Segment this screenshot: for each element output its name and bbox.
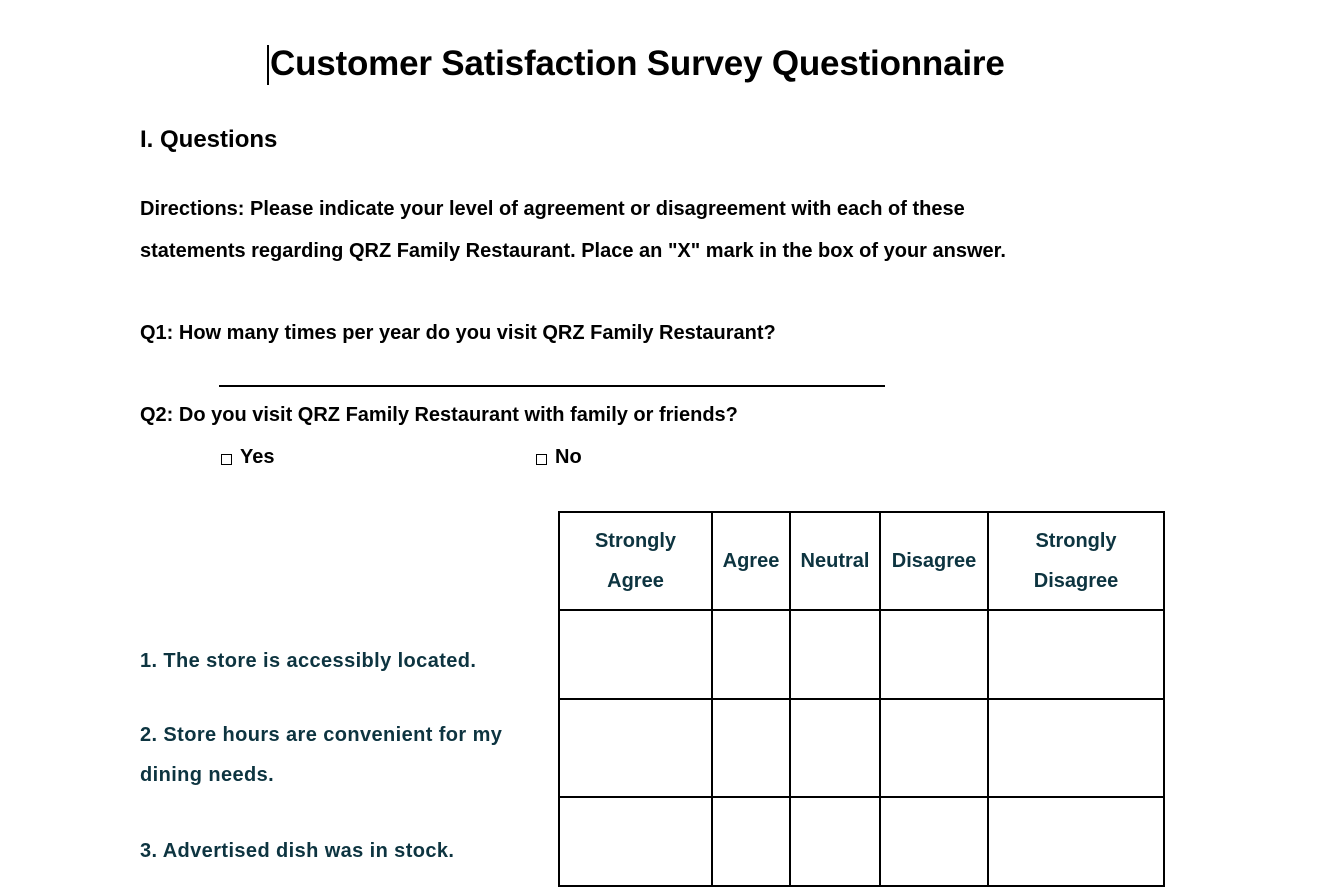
statement-1: 1. The store is accessibly located.	[140, 650, 477, 672]
rating-cell-1-disagree[interactable]	[879, 609, 989, 700]
rating-cell-2-agree[interactable]	[711, 698, 791, 798]
option-label: Yes	[240, 446, 275, 468]
checkbox-icon[interactable]	[536, 453, 547, 465]
header-text: Strongly	[594, 530, 677, 552]
column-neutral: Neutral	[789, 511, 881, 611]
statement-2-line-2: dining needs.	[140, 764, 275, 786]
q1-answer-line[interactable]	[219, 385, 885, 387]
table-row	[558, 698, 1165, 798]
rating-cell-1-strongly-disagree[interactable]	[987, 609, 1165, 700]
question-2: Q2: Do you visit QRZ Family Restaurant w…	[140, 404, 738, 426]
rating-cell-3-neutral[interactable]	[789, 796, 881, 887]
document-title: Customer Satisfaction Survey Questionnai…	[270, 44, 1005, 83]
table-row	[558, 796, 1165, 887]
rating-cell-2-disagree[interactable]	[879, 698, 989, 798]
question-1: Q1: How many times per year do you visit…	[140, 322, 776, 344]
header-text: Agree	[607, 570, 664, 592]
statement-3: 3. Advertised dish was in stock.	[140, 840, 455, 862]
statement-2-line-1: 2. Store hours are convenient for my	[140, 724, 503, 746]
rating-cell-2-strongly-agree[interactable]	[558, 698, 713, 798]
directions-line-2: statements regarding QRZ Family Restaura…	[140, 240, 1006, 262]
rating-cell-3-strongly-disagree[interactable]	[987, 796, 1165, 887]
option-label: No	[555, 446, 582, 468]
text-cursor	[267, 45, 269, 85]
directions-line-1: Directions: Please indicate your level o…	[140, 198, 965, 220]
q2-option-no[interactable]: No	[536, 446, 582, 469]
rating-cell-3-agree[interactable]	[711, 796, 791, 887]
checkbox-icon[interactable]	[221, 453, 232, 465]
rating-cell-2-strongly-disagree[interactable]	[987, 698, 1165, 798]
table-row	[558, 609, 1165, 700]
rating-cell-1-strongly-agree[interactable]	[558, 609, 713, 700]
header-text: Disagree	[1033, 570, 1119, 592]
rating-cell-1-agree[interactable]	[711, 609, 791, 700]
column-agree: Agree	[711, 511, 791, 611]
column-strongly-disagree: Strongly Disagree	[987, 511, 1165, 611]
header-text: Neutral	[800, 550, 870, 572]
rating-cell-1-neutral[interactable]	[789, 609, 881, 700]
rating-table: Strongly Agree Agree Neutral Disagree St…	[558, 511, 1165, 887]
header-text: Strongly	[1035, 530, 1117, 552]
rating-cell-2-neutral[interactable]	[789, 698, 881, 798]
q2-option-yes[interactable]: Yes	[221, 446, 274, 469]
rating-cell-3-strongly-agree[interactable]	[558, 796, 713, 887]
column-strongly-agree: Strongly Agree	[558, 511, 713, 611]
column-disagree: Disagree	[879, 511, 989, 611]
rating-header-row: Strongly Agree Agree Neutral Disagree St…	[558, 511, 1165, 611]
header-text: Disagree	[891, 550, 977, 572]
rating-cell-3-disagree[interactable]	[879, 796, 989, 887]
header-text: Agree	[722, 550, 780, 572]
section-heading: I. Questions	[140, 126, 278, 153]
